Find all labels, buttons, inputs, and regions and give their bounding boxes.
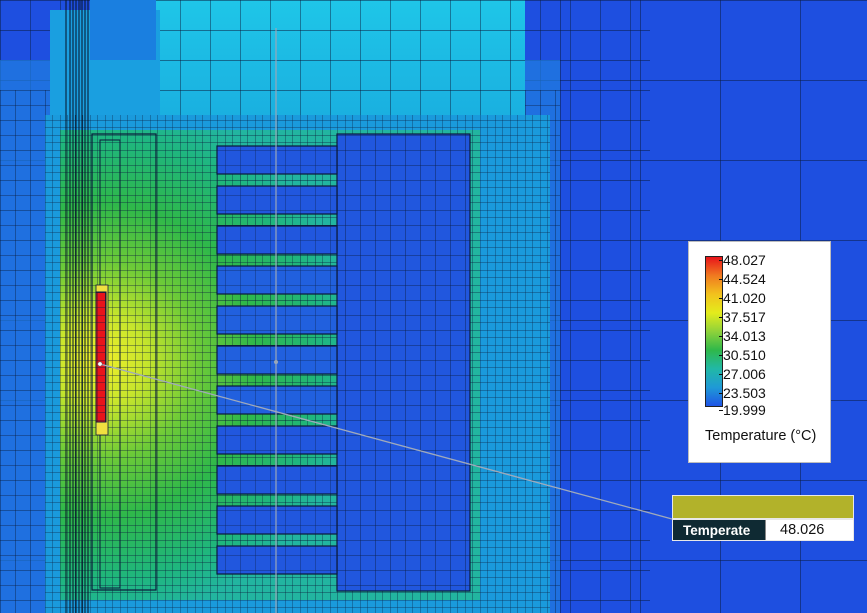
legend-tick-max: 48.027 (719, 252, 766, 268)
legend-tick: 37.517 (719, 309, 766, 325)
probe-color-swatch (672, 495, 854, 519)
legend-title: Temperature (°C) (705, 428, 817, 444)
probe-readout[interactable]: Temperate 48.026 (672, 495, 854, 543)
legend-tick: 27.006 (719, 366, 766, 382)
simulation-viewport[interactable]: 48.027 44.524 41.020 37.517 34.013 30.51… (0, 0, 867, 613)
temperature-legend: 48.027 44.524 41.020 37.517 34.013 30.51… (688, 241, 831, 463)
probe-point (97, 361, 103, 367)
legend-tick: 41.020 (719, 290, 766, 306)
legend-tick: 34.013 (719, 328, 766, 344)
probe-row: Temperate 48.026 (672, 519, 854, 541)
probe-value: 48.026 (765, 520, 853, 540)
probe-label: Temperate (673, 520, 765, 540)
legend-tick: 44.524 (719, 271, 766, 287)
legend-tick: 30.510 (719, 347, 766, 363)
legend-tick: 23.503 (719, 385, 766, 401)
legend-tick-min: 19.999 (719, 402, 766, 418)
